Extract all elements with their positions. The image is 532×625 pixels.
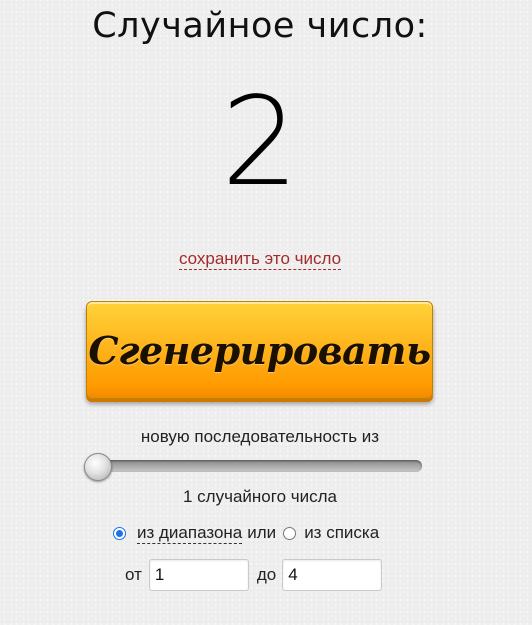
random-number-display: 2 — [221, 71, 299, 213]
from-input[interactable] — [148, 559, 249, 591]
to-label: до — [256, 565, 277, 584]
count-slider-handle[interactable] — [84, 453, 112, 481]
list-mode-radio[interactable] — [283, 526, 297, 540]
from-label: от — [125, 565, 142, 584]
range-mode-radio[interactable] — [113, 526, 126, 540]
sequence-label: новую последовательность из — [140, 427, 380, 446]
list-mode-label[interactable]: из списка — [304, 523, 379, 543]
save-number-link-row: сохранить это число — [0, 249, 520, 270]
save-number-link[interactable]: сохранить это число — [178, 249, 342, 270]
generate-button-label: Сгенерировать — [88, 327, 431, 373]
mode-separator: или — [247, 523, 277, 542]
range-mode-link[interactable]: из диапазона — [137, 523, 243, 544]
count-label: 1 случайного числа — [183, 487, 337, 506]
range-inputs: от до — [125, 559, 383, 591]
generate-button[interactable]: Сгенерировать — [86, 301, 433, 399]
to-input[interactable] — [282, 559, 383, 591]
page-title: Случайное число: — [92, 6, 428, 46]
count-slider-track[interactable] — [92, 460, 422, 472]
mode-selector: из диапазона или из списка — [113, 521, 379, 545]
